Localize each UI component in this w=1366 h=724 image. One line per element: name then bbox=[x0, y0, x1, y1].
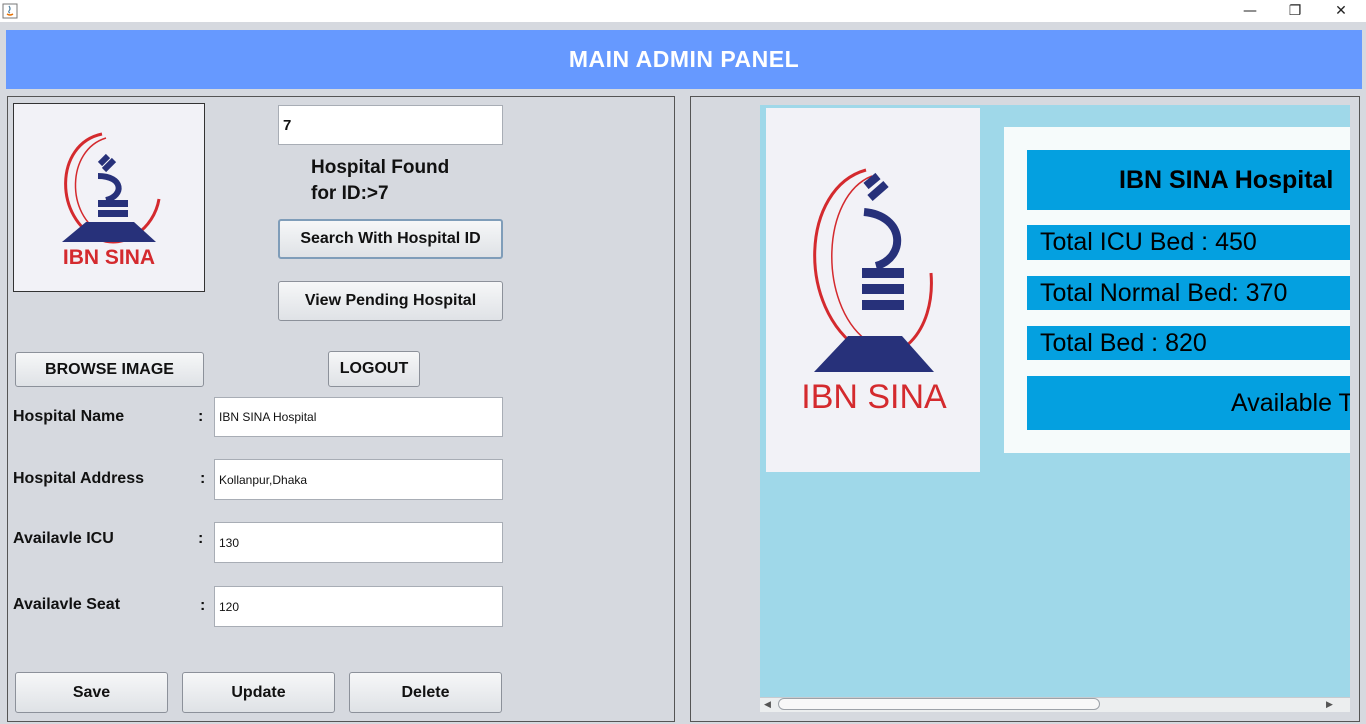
admin-panel-header: MAIN ADMIN PANEL bbox=[6, 30, 1362, 89]
available-icu-input[interactable]: 130 bbox=[214, 522, 503, 563]
logout-button[interactable]: LOGOUT bbox=[328, 351, 420, 387]
preview-hospital-logo: IBN SINA bbox=[766, 108, 980, 472]
update-button[interactable]: Update bbox=[182, 672, 335, 713]
scroll-left-arrow-icon[interactable]: ◀ bbox=[764, 699, 771, 710]
hospital-logo-image: IBN SINA bbox=[13, 103, 205, 292]
available-seat-input[interactable]: 120 bbox=[214, 586, 503, 627]
search-status-line2: for ID:>7 bbox=[311, 183, 389, 204]
view-pending-hospital-button[interactable]: View Pending Hospital bbox=[278, 281, 503, 321]
total-icu-bed-bar: Total ICU Bed : 450 bbox=[1027, 225, 1350, 260]
logo-text: IBN SINA bbox=[63, 246, 155, 269]
colon-separator: : bbox=[198, 408, 204, 425]
colon-separator: : bbox=[200, 470, 206, 487]
close-button[interactable]: ✕ bbox=[1318, 0, 1364, 22]
scroll-right-arrow-icon[interactable]: ▶ bbox=[1326, 699, 1333, 710]
search-with-hospital-id-button[interactable]: Search With Hospital ID bbox=[278, 219, 503, 259]
restore-button[interactable]: ❐ bbox=[1272, 0, 1318, 22]
total-bed-bar: Total Bed : 820 bbox=[1027, 326, 1350, 360]
search-status-line1: Hospital Found bbox=[311, 157, 450, 178]
preview-logo-text: IBN SINA bbox=[801, 378, 947, 416]
available-icu-label: Availavle ICU bbox=[13, 530, 114, 547]
scrollbar-thumb[interactable] bbox=[778, 698, 1100, 710]
colon-separator: : bbox=[200, 597, 206, 614]
available-bar: Available T bbox=[1027, 376, 1350, 430]
available-seat-label: Availavle Seat bbox=[13, 596, 121, 613]
window-title-bar bbox=[0, 0, 1366, 22]
colon-separator: : bbox=[198, 530, 204, 547]
java-app-icon bbox=[2, 3, 18, 19]
hospital-id-input[interactable]: 7 bbox=[278, 105, 503, 145]
delete-button[interactable]: Delete bbox=[349, 672, 502, 713]
hospital-address-input[interactable]: Kollanpur,Dhaka bbox=[214, 459, 503, 500]
total-normal-bed-bar: Total Normal Bed: 370 bbox=[1027, 276, 1350, 310]
hospital-summary-card: IBN SINA Hospital Total ICU Bed : 450 To… bbox=[1004, 127, 1350, 453]
hospital-address-label: Hospital Address bbox=[13, 470, 144, 487]
preview-hospital-title: IBN SINA Hospital bbox=[1027, 150, 1350, 210]
minimize-button[interactable]: — bbox=[1227, 0, 1273, 22]
browse-image-button[interactable]: BROWSE IMAGE bbox=[15, 352, 204, 387]
hospital-name-label: Hospital Name bbox=[13, 408, 125, 425]
hospital-name-input[interactable]: IBN SINA Hospital bbox=[214, 397, 503, 437]
save-button[interactable]: Save bbox=[15, 672, 168, 713]
